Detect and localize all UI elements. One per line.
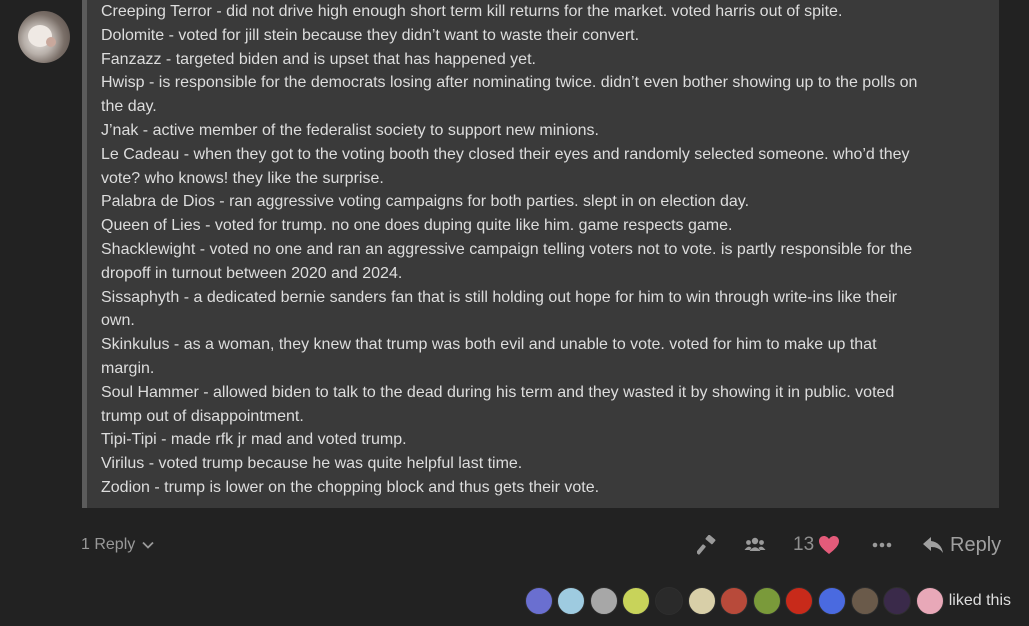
post-line: Palabra de Dios - ran aggressive voting … — [101, 193, 750, 211]
post-line: Zodion - trump is lower on the chopping … — [101, 478, 600, 496]
replies-count-label: 1 Reply — [81, 536, 136, 553]
liker-avatar[interactable] — [785, 587, 814, 615]
post-line: Shacklewight - voted no one and ran an a… — [101, 240, 913, 258]
show-replies-button[interactable]: 1 Reply — [81, 528, 155, 562]
post-line: Virilus - voted trump because he was qui… — [101, 455, 523, 473]
post-line: Creeping Terror - did not drive high eno… — [101, 3, 843, 20]
post-line: vote? who knows! they like the surprise. — [101, 169, 384, 187]
liker-avatar[interactable] — [687, 587, 716, 615]
post-line: J’nak - active member of the federalist … — [101, 121, 599, 139]
post-line: the day. — [101, 98, 157, 116]
like-button[interactable]: 13 — [793, 528, 840, 562]
post-quote-block: Creeping Terror - did not drive high eno… — [82, 0, 999, 508]
post-line: Hwisp - is responsible for the democrats… — [101, 74, 918, 92]
post-line: Queen of Lies - voted for trump. no one … — [101, 217, 733, 235]
post-line: Dolomite - voted for jill stein because … — [101, 26, 640, 44]
reply-button[interactable]: Reply — [922, 528, 1001, 562]
more-options-icon[interactable] — [869, 528, 895, 562]
post-line: Fanzazz - targeted biden and is upset th… — [101, 50, 536, 68]
liker-avatar[interactable] — [720, 587, 749, 615]
heart-icon — [819, 536, 840, 554]
liker-avatar[interactable] — [915, 587, 944, 615]
post-line: own. — [101, 312, 135, 330]
liker-avatar[interactable] — [589, 587, 618, 615]
liker-avatar[interactable] — [557, 587, 586, 615]
post-line: Sissaphyth - a dedicated bernie sanders … — [101, 288, 897, 306]
hammer-icon[interactable] — [694, 528, 720, 562]
like-count: 13 — [793, 534, 815, 555]
post-actions-bar: 1 Reply 13 Reply — [0, 528, 1029, 562]
liked-by-list: liked this — [520, 586, 1011, 616]
chevron-down-icon — [142, 541, 154, 549]
post-line: Le Cadeau - when they got to the voting … — [101, 145, 910, 163]
post-line: Tipi-Tipi - made rfk jr mad and voted tr… — [101, 431, 407, 449]
liked-this-label: liked this — [948, 592, 1011, 609]
post-line: trump out of disappointment. — [101, 407, 304, 425]
liker-avatar[interactable] — [655, 587, 683, 615]
post-line: margin. — [101, 359, 155, 377]
post-line: Skinkulus - as a woman, they knew that t… — [101, 336, 877, 354]
author-avatar[interactable] — [18, 11, 70, 63]
liker-avatar[interactable] — [850, 587, 879, 615]
liker-avatar[interactable] — [622, 587, 651, 615]
post-line: Soul Hammer - allowed biden to talk to t… — [101, 383, 895, 401]
post-line: dropoff in turnout between 2020 and 2024… — [101, 264, 403, 282]
liker-avatar[interactable] — [752, 587, 781, 615]
group-users-icon[interactable] — [742, 528, 768, 562]
reply-label: Reply — [950, 533, 1002, 556]
liker-avatar[interactable] — [524, 587, 553, 615]
reply-arrow-icon — [923, 537, 943, 553]
avatar-shape-accent — [46, 37, 56, 47]
liker-avatar[interactable] — [883, 587, 912, 615]
liker-avatar[interactable] — [817, 587, 846, 615]
